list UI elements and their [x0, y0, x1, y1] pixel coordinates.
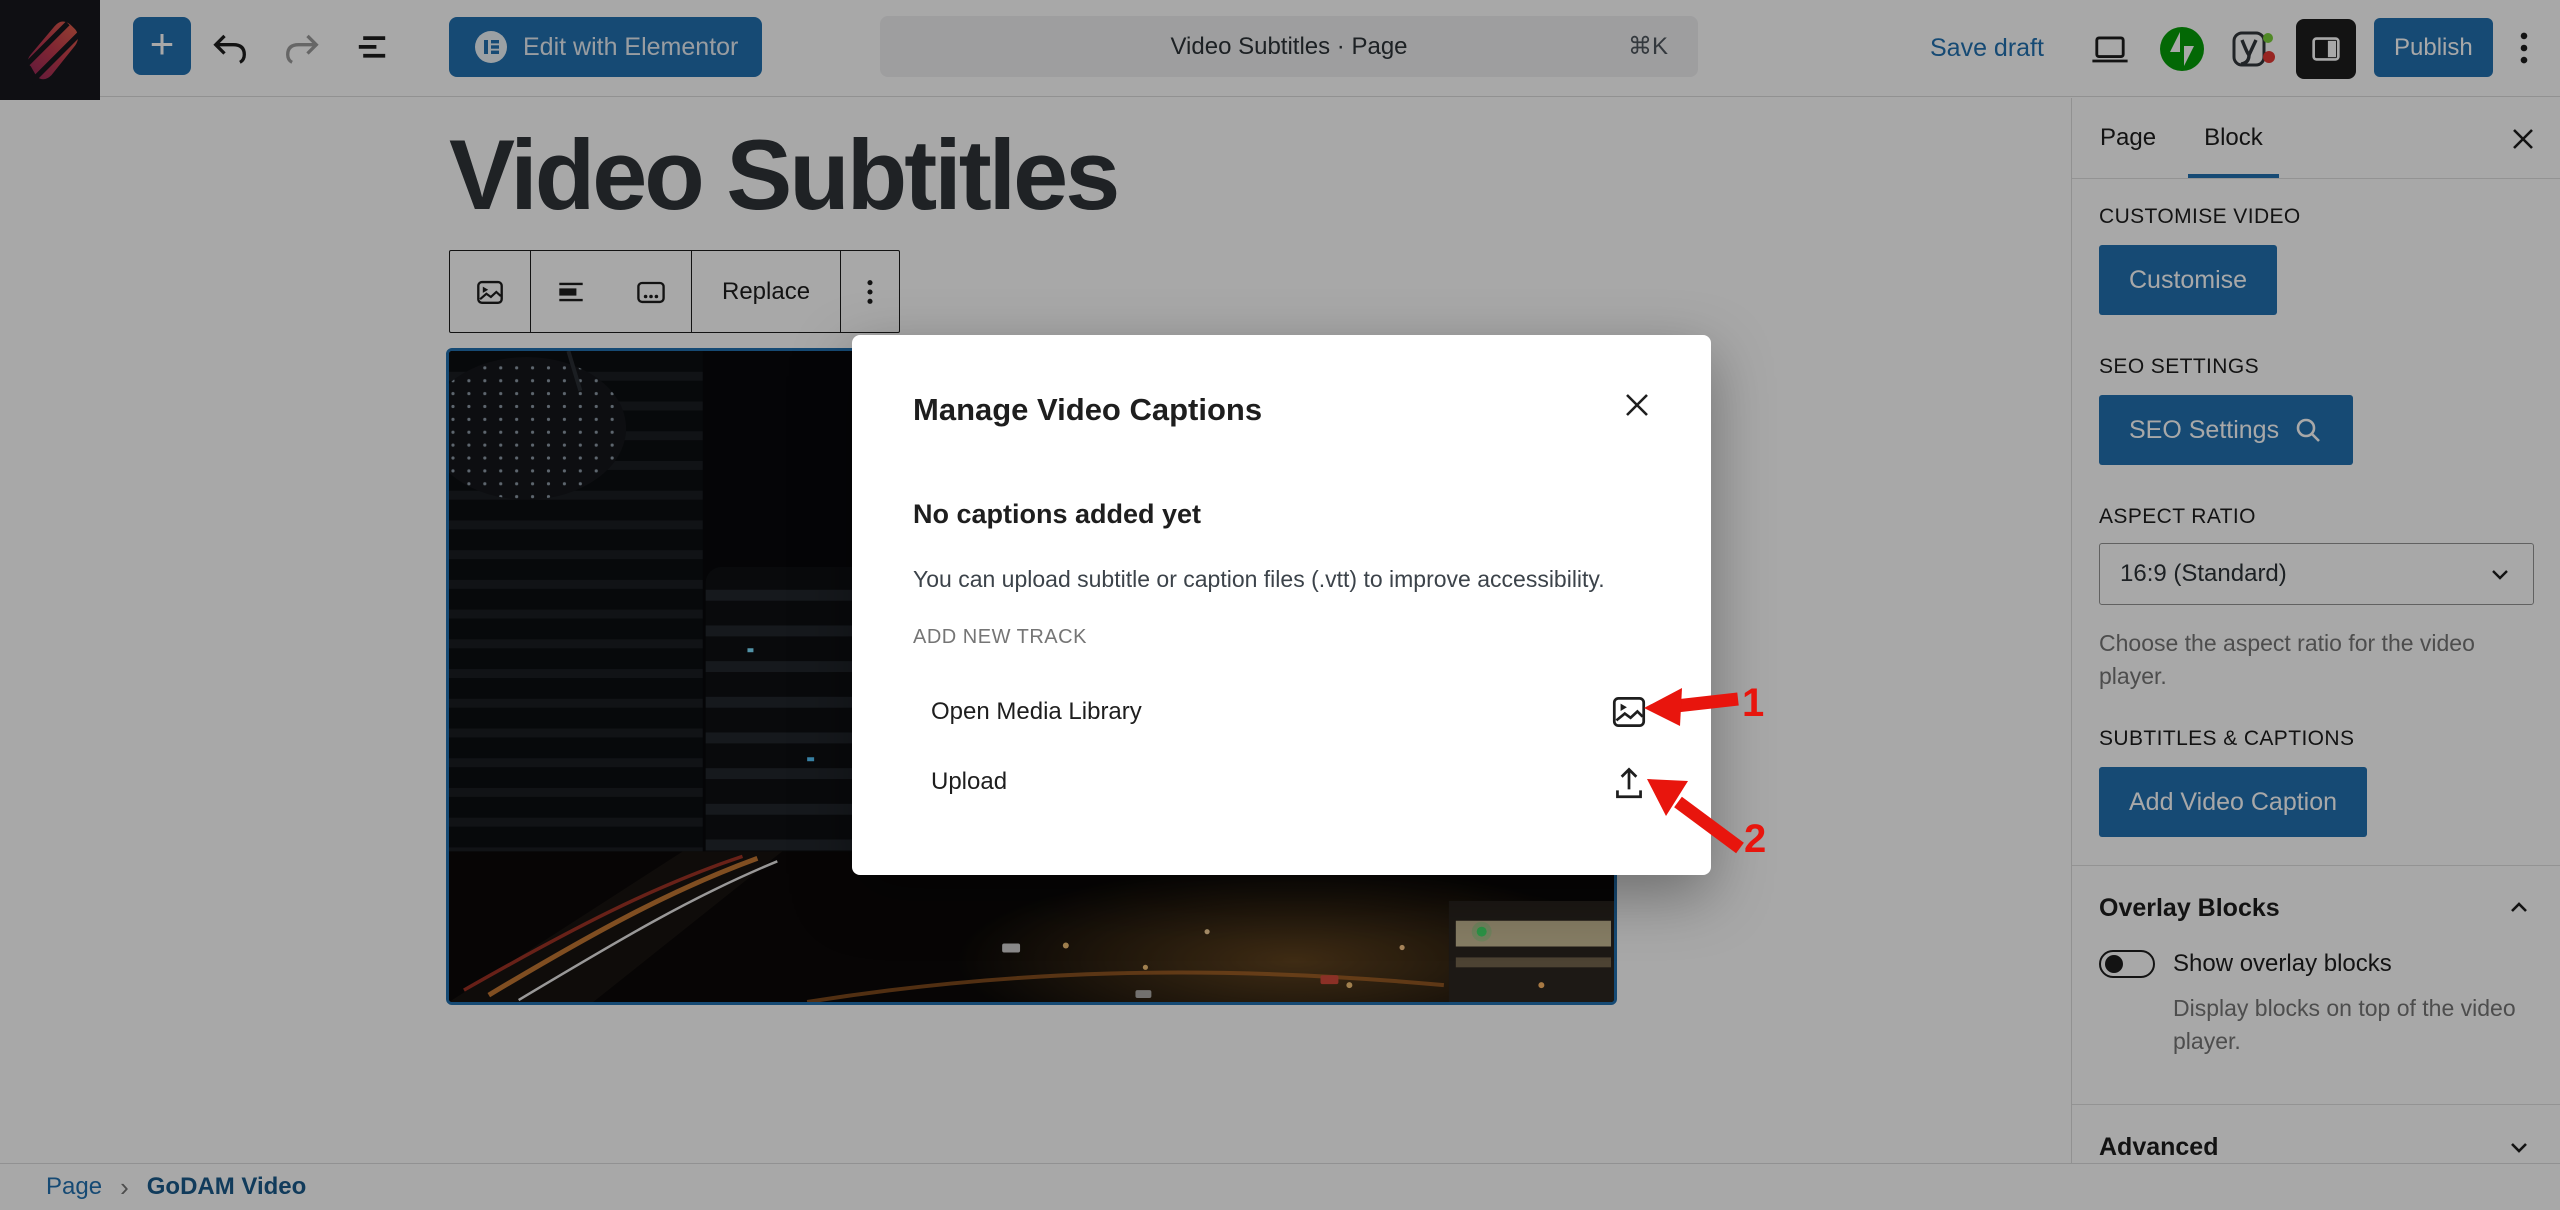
modal-title: Manage Video Captions	[913, 392, 1262, 428]
open-media-library-label: Open Media Library	[931, 698, 1142, 726]
manage-video-captions-modal: Manage Video Captions No captions added …	[852, 335, 1711, 875]
media-library-icon	[1608, 691, 1650, 733]
empty-state-description: You can upload subtitle or caption files…	[913, 566, 1605, 593]
upload-label: Upload	[931, 768, 1007, 796]
close-modal-icon[interactable]	[1619, 387, 1655, 423]
add-new-track-label: ADD NEW TRACK	[913, 626, 1087, 649]
empty-state-title: No captions added yet	[913, 499, 1201, 530]
upload-icon	[1608, 761, 1650, 803]
editor-window: + Edit with Elementor Video Subti	[0, 0, 2560, 1210]
open-media-library-item[interactable]: Open Media Library	[913, 677, 1650, 747]
upload-item[interactable]: Upload	[913, 747, 1650, 817]
